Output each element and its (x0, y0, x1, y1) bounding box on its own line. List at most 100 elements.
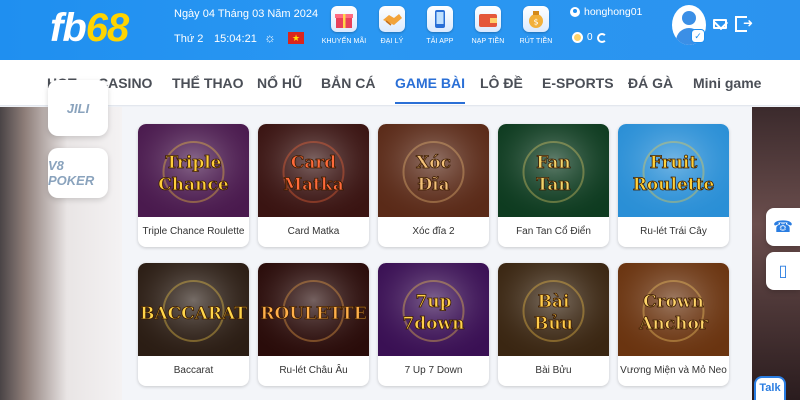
game-art: CardMatka (258, 124, 369, 217)
game-thumbnail[interactable]: Card Matka (258, 124, 369, 217)
game-art-text: 7down (402, 314, 464, 334)
game-name: Vương Miện và Mỏ Neo (620, 365, 727, 376)
live-talk-button[interactable]: Talk (754, 376, 786, 400)
game-card[interactable]: Fan Tan Fan Tan Cổ Điển (498, 124, 609, 247)
current-date: Ngày 04 Tháng 03 Năm 2024 (174, 8, 319, 20)
balance-value: 0 (587, 32, 593, 43)
top-header: fb68 Ngày 04 Tháng 03 Năm 2024 Thứ 2 15:… (0, 0, 800, 60)
game-thumbnail[interactable]: ROULETTE (258, 263, 369, 356)
provider-tile-jili[interactable]: JILI (48, 80, 108, 136)
game-art-text: Anchor (638, 314, 709, 334)
game-name: Xóc đĩa 2 (412, 226, 455, 237)
nav-no-hu[interactable]: NỔ HŨ (257, 75, 302, 91)
game-art: CrownAnchor (618, 263, 729, 356)
gift-icon (331, 6, 357, 32)
mobile-icon: ▯ (778, 263, 788, 280)
coin-icon (572, 32, 583, 43)
account-username[interactable]: honghong01 (570, 6, 642, 18)
game-art-text: Đĩa (417, 175, 449, 195)
game-art-text: Triple (166, 153, 222, 173)
game-art: FruitRoulette (618, 124, 729, 217)
game-thumbnail[interactable]: Fruit Roulette (618, 124, 729, 217)
game-art: BàiBửu (498, 263, 609, 356)
game-art-text: Tan (536, 175, 570, 195)
sun-icon: ☼ (264, 30, 276, 45)
game-name: Ru-lét Trái Cây (640, 226, 707, 237)
game-name: 7 Up 7 Down (404, 365, 463, 376)
game-art-text: Chance (158, 175, 229, 195)
nav-lo-de[interactable]: LÔ ĐỀ (480, 75, 523, 91)
game-art: FanTan (498, 124, 609, 217)
nav-da-ga[interactable]: ĐÁ GÀ (628, 75, 673, 91)
game-card[interactable]: Crown Anchor Vương Miện và Mỏ Neo (618, 263, 729, 386)
game-thumbnail[interactable]: Triple Chance (138, 124, 249, 217)
game-art-text: ROULETTE (260, 304, 366, 324)
game-art-text: Crown (643, 292, 704, 312)
wallet-icon (475, 6, 501, 32)
game-card[interactable]: Bài Bửu Bài Bửu (498, 263, 609, 386)
game-art-text: Xóc (416, 153, 451, 173)
main-nav: HOT CASINO THỂ THAO NỔ HŨ BẮN CÁ GAME BÀ… (0, 60, 800, 106)
game-art-text: Matka (283, 175, 343, 195)
verified-badge-icon: ✓ (692, 30, 704, 42)
withdraw-button[interactable]: $ RÚT TIỀN (512, 4, 560, 56)
game-art: ROULETTE (258, 263, 369, 356)
provider-tile-v8poker[interactable]: V8 POKER (48, 148, 108, 198)
game-name: Card Matka (287, 226, 340, 237)
game-thumbnail[interactable]: Xóc Đĩa (378, 124, 489, 217)
game-art: XócĐĩa (378, 124, 489, 217)
game-name: Fan Tan Cổ Điển (516, 226, 591, 237)
game-art-text: Fan (536, 153, 571, 173)
game-art-text: Roulette (633, 175, 715, 195)
game-card[interactable]: Fruit Roulette Ru-lét Trái Cây (618, 124, 729, 247)
current-time: 15:04:21 (214, 33, 257, 45)
nav-game-bai[interactable]: GAME BÀI (395, 75, 465, 104)
game-card[interactable]: Card Matka Card Matka (258, 124, 369, 247)
game-thumbnail[interactable]: Crown Anchor (618, 263, 729, 356)
game-art: BACCARAT (138, 263, 249, 356)
game-card[interactable]: ROULETTE Ru-lét Châu Âu (258, 263, 369, 386)
handshake-icon (379, 6, 405, 32)
game-card[interactable]: Triple Chance Triple Chance Roulette (138, 124, 249, 247)
game-card[interactable]: BACCARAT Baccarat (138, 263, 249, 386)
game-name: Ru-lét Châu Âu (279, 365, 348, 376)
game-thumbnail[interactable]: 7up 7down (378, 263, 489, 356)
download-app-button[interactable]: TẢI APP (416, 4, 464, 56)
mobile-app-button[interactable]: ▯ (766, 252, 800, 290)
deposit-button[interactable]: NẠP TIỀN (464, 4, 512, 56)
phone-icon (427, 6, 453, 32)
agent-button[interactable]: ĐẠI LÝ (368, 4, 416, 56)
headset-icon: ☎ (773, 219, 793, 236)
game-thumbnail[interactable]: Fan Tan (498, 124, 609, 217)
game-thumbnail[interactable]: Bài Bửu (498, 263, 609, 356)
fb68-logo[interactable]: fb68 (50, 6, 129, 50)
nav-ban-ca[interactable]: BẮN CÁ (321, 75, 375, 91)
game-art-text: BACCARAT (140, 304, 247, 324)
support-chat-button[interactable]: ☎ (766, 208, 800, 246)
game-name: Bài Bửu (535, 365, 572, 376)
balance-row: 0 (572, 32, 607, 43)
vietnam-flag-icon[interactable]: ★ (288, 32, 304, 44)
money-bag-icon: $ (523, 6, 549, 32)
game-name: Baccarat (173, 365, 214, 376)
nav-mini-game[interactable]: Mini game (693, 75, 761, 91)
current-weekday: Thứ 2 (174, 33, 204, 45)
game-art-text: Card (291, 153, 337, 173)
game-art-text: 7up (415, 292, 451, 312)
nav-esports[interactable]: E-SPORTS (542, 75, 614, 91)
promotions-button[interactable]: KHUYẾN MÃI (320, 4, 368, 56)
game-name: Triple Chance Roulette (142, 226, 245, 237)
refresh-balance-icon[interactable] (596, 32, 607, 43)
user-icon (570, 7, 580, 17)
mail-icon[interactable] (713, 19, 727, 29)
svg-text:$: $ (533, 18, 538, 27)
game-card[interactable]: Xóc Đĩa Xóc đĩa 2 (378, 124, 489, 247)
game-art: TripleChance (138, 124, 249, 217)
game-thumbnail[interactable]: BACCARAT (138, 263, 249, 356)
logout-icon[interactable] (735, 16, 753, 32)
game-card[interactable]: 7up 7down 7 Up 7 Down (378, 263, 489, 386)
game-art-text: Bửu (534, 314, 573, 334)
game-art: 7up7down (378, 263, 489, 356)
nav-the-thao[interactable]: THỂ THAO (172, 75, 244, 91)
game-art-text: Bài (538, 292, 570, 312)
